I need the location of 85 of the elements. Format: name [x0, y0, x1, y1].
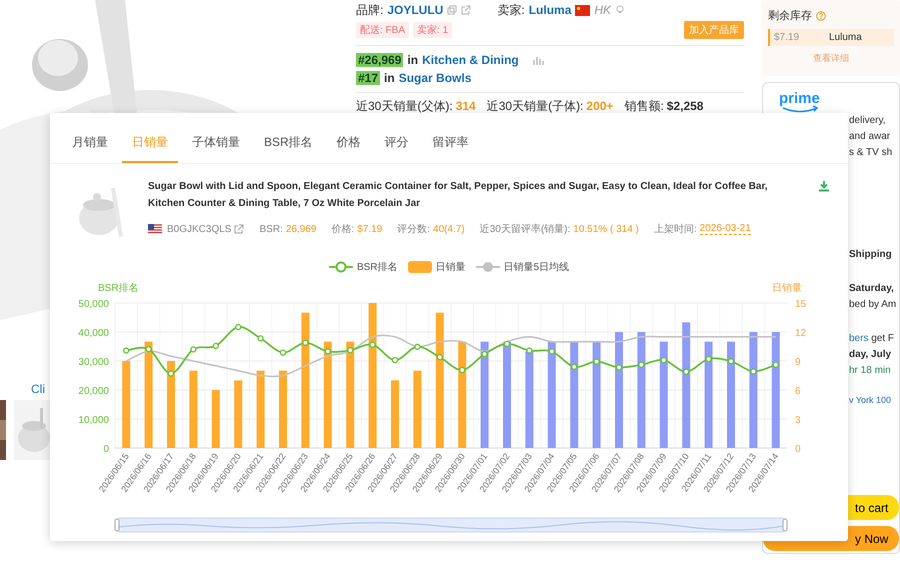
meta-value: 40(4.7)	[433, 224, 465, 234]
tab[interactable]: 评分	[374, 113, 419, 163]
delivery-text: get F	[871, 333, 894, 344]
meta-value: 2026-03-21	[700, 223, 751, 235]
stat-value: $2,258	[666, 99, 704, 113]
location-icon[interactable]	[615, 5, 626, 15]
country-code: HK	[594, 3, 612, 17]
offer-seller: Luluma	[829, 32, 862, 43]
axis-tick-label: 6	[795, 386, 801, 397]
meta-label: 近30天留评率(销量):	[480, 222, 570, 236]
stat-value: 314	[456, 99, 476, 113]
offer-price: $7.19	[774, 32, 800, 43]
axis-title: 日销量	[772, 283, 802, 294]
point	[548, 348, 555, 355]
meta-value: 10.51% ( 314 )	[573, 224, 639, 234]
rank-preposition: in	[407, 53, 418, 67]
range-slider[interactable]	[114, 518, 788, 532]
category-link[interactable]: Kitchen & Dining	[422, 53, 519, 67]
axis-tick-label: 10,000	[78, 415, 109, 426]
rank-badge: #26,969	[356, 53, 404, 67]
prime-logo: prime	[777, 89, 827, 115]
download-icon[interactable]	[818, 180, 830, 192]
axis-tick-label: 12	[795, 328, 806, 339]
delivery-text: day, July	[849, 349, 892, 360]
point	[705, 356, 712, 362]
flag-icon	[575, 4, 590, 16]
delivery-text: Saturday,	[849, 283, 894, 294]
stat-value: 200+	[586, 99, 614, 113]
axis-tick-label: 9	[795, 357, 801, 368]
point	[593, 358, 600, 365]
bar-chart-icon[interactable]	[532, 55, 545, 65]
axis-tick-label: 3	[795, 415, 801, 426]
delivery-text: bed by Am	[849, 299, 896, 310]
point	[638, 362, 645, 368]
stat-label: 销售额:	[624, 98, 664, 114]
legend-label[interactable]: 日销量5日均线	[504, 260, 570, 274]
point	[683, 368, 690, 375]
point	[369, 342, 376, 348]
axis-tick-label: 0	[795, 444, 801, 455]
external-link-icon[interactable]	[461, 5, 472, 15]
point	[504, 340, 510, 348]
tag: 配送: FBA	[356, 22, 410, 38]
point	[660, 356, 667, 364]
meta-label: 上架时间:	[654, 222, 697, 236]
meta-value: $7.19	[357, 224, 382, 234]
axis-tick-label: 0	[103, 444, 109, 455]
point	[750, 368, 757, 375]
brand-label: 品牌:	[356, 2, 384, 18]
point	[772, 362, 779, 368]
image-link[interactable]: Cli	[31, 382, 45, 396]
seller-link[interactable]: Luluma	[528, 3, 572, 17]
point	[481, 350, 488, 358]
point	[347, 347, 354, 354]
prime-link[interactable]: bers	[849, 333, 868, 344]
stat-label: 近30天销量(父体):	[356, 98, 453, 114]
point	[616, 364, 622, 371]
delivery-text: delivery,	[849, 115, 886, 126]
brand-link[interactable]: JOYLULU	[387, 3, 444, 17]
tab[interactable]: 留评率	[422, 113, 479, 163]
seller-label: 卖家:	[497, 2, 525, 18]
stat-label: 近30天销量(子体):	[486, 98, 584, 114]
point	[571, 364, 578, 370]
delivery-text: and awar	[849, 131, 890, 142]
copy-icon[interactable]	[447, 5, 458, 15]
axis-tick-label: 20,000	[78, 386, 109, 397]
legend-label[interactable]: BSR排名	[356, 260, 398, 274]
point	[436, 354, 443, 360]
point	[728, 358, 734, 364]
tag: 卖家: 1	[413, 22, 452, 38]
delivery-text: hr 18 min	[849, 365, 891, 376]
delivery-text: Shipping	[849, 249, 892, 260]
legend-label[interactable]: 日销量	[436, 260, 466, 274]
meta-label: 评分数:	[397, 223, 430, 236]
axis-tick-label: 15	[795, 299, 806, 310]
point	[392, 356, 398, 364]
point	[526, 347, 533, 354]
point	[414, 344, 421, 350]
point	[459, 366, 466, 374]
rank-preposition: in	[384, 71, 395, 85]
category-link[interactable]: Sugar Bowls	[398, 71, 472, 85]
delivery-text: v York 100	[849, 395, 892, 405]
delivery-text: s & TV sh	[849, 147, 892, 158]
stock-title: 剩余库存	[768, 8, 812, 23]
help-icon[interactable]	[816, 10, 826, 20]
rank-badge: #17	[356, 71, 380, 85]
